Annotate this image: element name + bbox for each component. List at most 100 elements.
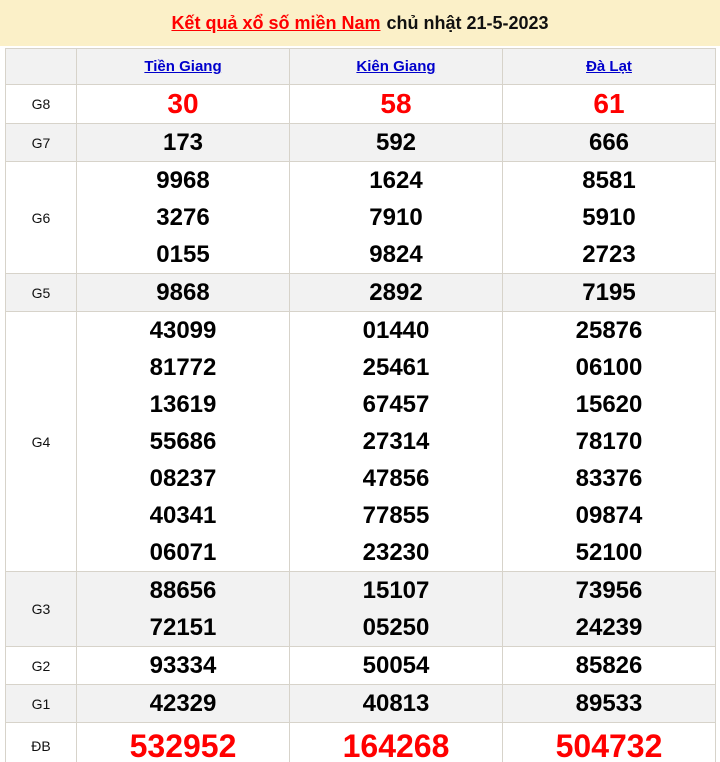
result-number: 83376 <box>575 465 643 492</box>
result-cell: 40813 <box>289 684 503 723</box>
result-cell: 532952 <box>76 722 290 762</box>
result-cell: 93334 <box>76 646 290 685</box>
result-number: 58 <box>380 88 412 119</box>
result-number: 42329 <box>149 690 217 717</box>
result-number: 52100 <box>575 539 643 566</box>
result-cell: 61 <box>502 84 716 124</box>
result-number: 8581 <box>582 167 636 194</box>
result-number: 61 <box>593 88 625 119</box>
result-number: 05250 <box>362 614 430 641</box>
result-cell: 30 <box>76 84 290 124</box>
result-number: 77855 <box>362 502 430 529</box>
result-number: 2892 <box>369 279 423 306</box>
prize-row-G4: G4 43099 81772 13619 55686 08237 40341 06071 014… <box>5 311 716 572</box>
prize-label: G1 <box>5 684 77 723</box>
result-number: 30 <box>167 88 199 119</box>
result-number: 15620 <box>575 391 643 418</box>
results-table-body: G8 30 58 61 G7 173 592 666 G6 9968 3276 0155 1624 791… <box>5 84 716 762</box>
result-number: 85826 <box>575 652 643 679</box>
result-number: 173 <box>162 129 204 156</box>
lottery-results-page: Kết quả xổ số miền Nam chủ nhật 21-5-202… <box>0 0 720 762</box>
result-cell: 592 <box>289 123 503 162</box>
result-cell: 73956 24239 <box>502 571 716 647</box>
table-header-row: Tiền Giang Kiên Giang Đà Lạt <box>5 48 716 85</box>
result-cell: 43099 81772 13619 55686 08237 40341 06071 <box>76 311 290 572</box>
prize-row-G8: G8 30 58 61 <box>5 84 716 124</box>
result-cell: 9968 3276 0155 <box>76 161 290 274</box>
result-cell: 85826 <box>502 646 716 685</box>
result-cell: 164268 <box>289 722 503 762</box>
kien-giang-link[interactable]: Kiên Giang <box>356 58 435 75</box>
result-number: 24239 <box>575 614 643 641</box>
result-number: 67457 <box>362 391 430 418</box>
prize-row-G3: G3 88656 72151 15107 05250 73956 24239 <box>5 571 716 647</box>
results-table: Tiền Giang Kiên Giang Đà Lạt G8 30 58 61 G7 1… <box>5 48 716 762</box>
result-number: 72151 <box>149 614 217 641</box>
result-number: 93334 <box>149 652 217 679</box>
draw-date-text: chủ nhật 21-5-2023 <box>386 12 549 33</box>
result-number: 01440 <box>362 317 430 344</box>
result-number: 50054 <box>362 652 430 679</box>
result-number: 78170 <box>575 428 643 455</box>
result-number: 532952 <box>129 728 237 762</box>
result-number: 666 <box>588 129 630 156</box>
result-number: 15107 <box>362 577 430 604</box>
result-cell: 9868 <box>76 273 290 312</box>
result-number: 73956 <box>575 577 643 604</box>
result-number: 504732 <box>555 728 663 762</box>
prize-label: G2 <box>5 646 77 685</box>
result-number: 06100 <box>575 354 643 381</box>
result-cell: 504732 <box>502 722 716 762</box>
result-number: 592 <box>375 129 417 156</box>
result-number: 89533 <box>575 690 643 717</box>
result-cell: 88656 72151 <box>76 571 290 647</box>
prize-row-G2: G2 93334 50054 85826 <box>5 646 716 685</box>
result-number: 43099 <box>149 317 217 344</box>
result-number: 5910 <box>582 204 636 231</box>
prize-label: G3 <box>5 571 77 647</box>
column-header-da-lat: Đà Lạt <box>502 48 716 85</box>
prize-label: G7 <box>5 123 77 162</box>
result-number: 25461 <box>362 354 430 381</box>
result-number: 55686 <box>149 428 217 455</box>
result-cell: 25876 06100 15620 78170 83376 09874 52100 <box>502 311 716 572</box>
tien-giang-link[interactable]: Tiền Giang <box>144 58 221 75</box>
result-cell: 50054 <box>289 646 503 685</box>
result-number: 08237 <box>149 465 217 492</box>
result-cell: 666 <box>502 123 716 162</box>
prize-row-G1: G1 42329 40813 89533 <box>5 684 716 723</box>
prize-label: G6 <box>5 161 77 274</box>
result-number: 7195 <box>582 279 636 306</box>
result-number: 06071 <box>149 539 217 566</box>
result-cell: 58 <box>289 84 503 124</box>
prize-label: G8 <box>5 84 77 124</box>
prize-label: G5 <box>5 273 77 312</box>
prize-label: G4 <box>5 311 77 572</box>
result-cell: 7195 <box>502 273 716 312</box>
result-cell: 15107 05250 <box>289 571 503 647</box>
result-number: 40813 <box>362 690 430 717</box>
result-number: 164268 <box>342 728 450 762</box>
result-cell: 89533 <box>502 684 716 723</box>
result-number: 3276 <box>156 204 210 231</box>
result-number: 9968 <box>156 167 210 194</box>
prize-label: ĐB <box>5 722 77 762</box>
result-cell: 8581 5910 2723 <box>502 161 716 274</box>
results-title-link[interactable]: Kết quả xổ số miền Nam <box>171 13 380 34</box>
da-lat-link[interactable]: Đà Lạt <box>586 58 632 75</box>
prize-row-G5: G5 9868 2892 7195 <box>5 273 716 312</box>
result-number: 7910 <box>369 204 423 231</box>
column-header-tien-giang: Tiền Giang <box>76 48 290 85</box>
title-bar: Kết quả xổ số miền Nam chủ nhật 21-5-202… <box>0 0 720 46</box>
result-number: 40341 <box>149 502 217 529</box>
result-cell: 2892 <box>289 273 503 312</box>
result-number: 81772 <box>149 354 217 381</box>
prize-row-G7: G7 173 592 666 <box>5 123 716 162</box>
result-number: 9824 <box>369 241 423 268</box>
result-number: 27314 <box>362 428 430 455</box>
result-number: 23230 <box>362 539 430 566</box>
result-number: 0155 <box>156 241 210 268</box>
result-number: 88656 <box>149 577 217 604</box>
prize-row-ĐB: ĐB 532952 164268 504732 <box>5 722 716 762</box>
prize-row-G6: G6 9968 3276 0155 1624 7910 9824 8581 5910 2723 <box>5 161 716 274</box>
